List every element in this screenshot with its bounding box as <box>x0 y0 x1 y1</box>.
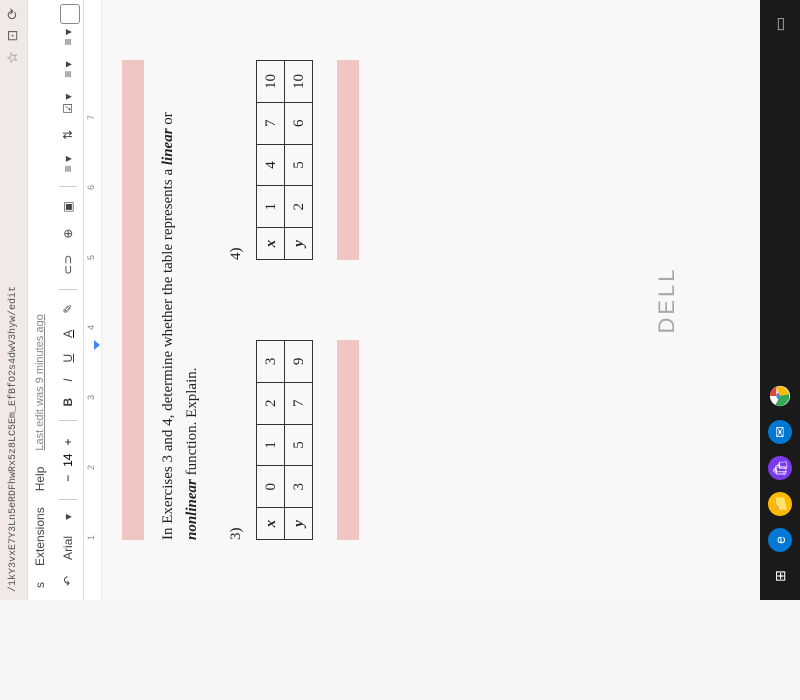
toolbar-divider <box>59 186 77 187</box>
highlight-bar <box>337 340 359 540</box>
row-header: x <box>257 508 285 540</box>
table-cell: 10 <box>285 61 313 103</box>
exercise-instruction: In Exercises 3 and 4, determine whether … <box>156 60 204 540</box>
table-row: x 0 1 2 3 <box>257 341 285 540</box>
row-header: y <box>285 508 313 540</box>
docs-menubar: s Extensions Help Last edit was 9 minute… <box>28 0 52 600</box>
instruction-linear: linear <box>160 128 176 165</box>
store-icon[interactable]: 🛍 <box>768 456 792 480</box>
chrome-icon[interactable] <box>768 384 792 408</box>
row-header: y <box>285 228 313 260</box>
ruler-mark: 4 <box>86 325 96 330</box>
star-icon[interactable]: ☆ <box>4 51 21 64</box>
table-cell: 10 <box>257 61 285 103</box>
browser-address-bar: /1kY3vxE7Y3Ln5eRDFhwRx5z8LC5Em_EfBfO2s4d… <box>0 0 28 600</box>
bullet-list-icon[interactable]: ≡ ▾ <box>59 55 77 83</box>
formatting-toolbar: ↶ Arial ▾ − 14 + B I U A ✎ ⊂⊃ ⊕ ▣ ≡ ▾ ⇅ … <box>52 0 84 600</box>
menu-item[interactable]: s <box>33 582 47 588</box>
table-cell: 2 <box>285 186 313 228</box>
ruler-mark: 1 <box>86 535 96 540</box>
edge-icon[interactable]: e <box>768 528 792 552</box>
table-cell: 3 <box>285 466 313 508</box>
exercise-4: 4) x 1 4 7 10 y 2 5 6 <box>224 60 359 260</box>
table-cell: 7 <box>257 102 285 144</box>
instruction-nonlinear: nonlinear <box>184 479 200 540</box>
table-cell: 1 <box>257 424 285 466</box>
italic-button[interactable]: I <box>59 372 77 387</box>
table-cell: 5 <box>285 144 313 186</box>
calendar-side-icon[interactable] <box>60 4 80 24</box>
ruler-indent-marker[interactable] <box>94 340 100 350</box>
horizontal-ruler: 1 2 3 4 5 6 7 <box>84 0 102 600</box>
comment-icon[interactable]: ⊕ <box>59 223 77 245</box>
table-cell: 6 <box>285 102 313 144</box>
table-row: y 3 5 7 9 <box>285 341 313 540</box>
highlight-icon[interactable]: ✎ <box>59 298 77 320</box>
ruler-mark: 3 <box>86 395 96 400</box>
font-size-plus[interactable]: + <box>61 435 75 450</box>
ruler-mark: 6 <box>86 185 96 190</box>
dropdown-icon[interactable]: ▾ <box>59 508 77 526</box>
mail-icon[interactable]: ✉ <box>768 420 792 444</box>
menu-item-help[interactable]: Help <box>33 467 47 492</box>
browser-actions: ☆ ⊡ ⟳ <box>4 8 21 64</box>
table-cell: 0 <box>257 466 285 508</box>
exercise-number: 3) <box>224 340 248 540</box>
start-icon[interactable]: ⊞ <box>768 564 792 588</box>
font-size-value[interactable]: 14 <box>61 450 75 471</box>
image-icon[interactable]: ▣ <box>59 195 77 218</box>
font-size-control: − 14 + <box>60 430 76 491</box>
table-cell: 5 <box>285 424 313 466</box>
table-cell: 2 <box>257 382 285 424</box>
font-size-minus[interactable]: − <box>61 471 75 486</box>
toolbar-divider <box>59 499 77 500</box>
side-panel <box>60 4 80 24</box>
ruler-mark: 5 <box>86 255 96 260</box>
table-cell: 9 <box>285 341 313 383</box>
table-cell: 3 <box>257 341 285 383</box>
table-row: x 1 4 7 10 <box>257 61 285 260</box>
font-select[interactable]: Arial <box>59 530 77 566</box>
table-cell: 4 <box>257 144 285 186</box>
table-row: y 2 5 6 10 <box>285 61 313 260</box>
table-cell: 7 <box>285 382 313 424</box>
undo-icon[interactable]: ↶ <box>59 570 77 592</box>
numbered-list-icon[interactable]: ≡ ▾ <box>59 23 77 51</box>
ruler-mark: 7 <box>86 115 96 120</box>
dell-logo: DELL <box>654 266 680 333</box>
menu-item-extensions[interactable]: Extensions <box>33 507 47 566</box>
toolbar-divider <box>59 289 77 290</box>
exercise-3: 3) x 0 1 2 3 y 3 5 7 <box>224 340 359 540</box>
exercise-4-table: x 1 4 7 10 y 2 5 6 10 <box>256 60 313 260</box>
toolbar-divider <box>59 421 77 422</box>
line-spacing-icon[interactable]: ⇅ <box>59 124 77 146</box>
highlight-bar <box>122 60 144 540</box>
link-icon[interactable]: ⊂⊃ <box>59 249 77 281</box>
refresh-icon[interactable]: ⟳ <box>4 8 21 20</box>
last-edit-status[interactable]: Last edit was 9 minutes ago <box>34 314 46 450</box>
underline-button[interactable]: U <box>59 348 77 369</box>
align-icon[interactable]: ≡ ▾ <box>59 150 77 178</box>
instruction-suffix: function. Explain. <box>184 367 200 479</box>
instruction-text: In Exercises 3 and 4, determine whether … <box>160 165 176 540</box>
exercises-row: 3) x 0 1 2 3 y 3 5 7 <box>224 60 359 540</box>
bold-button[interactable]: B <box>59 392 77 413</box>
checklist-icon[interactable]: ☑ ▾ <box>59 88 77 120</box>
file-explorer-icon[interactable]: 📁 <box>768 492 792 516</box>
extension-icon[interactable]: ⊡ <box>4 30 21 42</box>
ruler-mark: 2 <box>86 465 96 470</box>
row-header: x <box>257 228 285 260</box>
text-color-button[interactable]: A <box>59 324 77 344</box>
table-cell: 1 <box>257 186 285 228</box>
highlight-bar <box>337 60 359 260</box>
taskbar-tray-icon[interactable]: ▭ <box>768 12 792 36</box>
exercise-number: 4) <box>224 60 248 260</box>
exercise-3-table: x 0 1 2 3 y 3 5 7 9 <box>256 340 313 540</box>
url-text: /1kY3vxE7Y3Ln5eRDFhwRx5z8LC5Em_EfBfO2s4d… <box>8 8 19 592</box>
windows-taskbar: ⊞ e 📁 🛍 ✉ ▭ <box>760 0 800 600</box>
instruction-or: or <box>160 112 176 128</box>
